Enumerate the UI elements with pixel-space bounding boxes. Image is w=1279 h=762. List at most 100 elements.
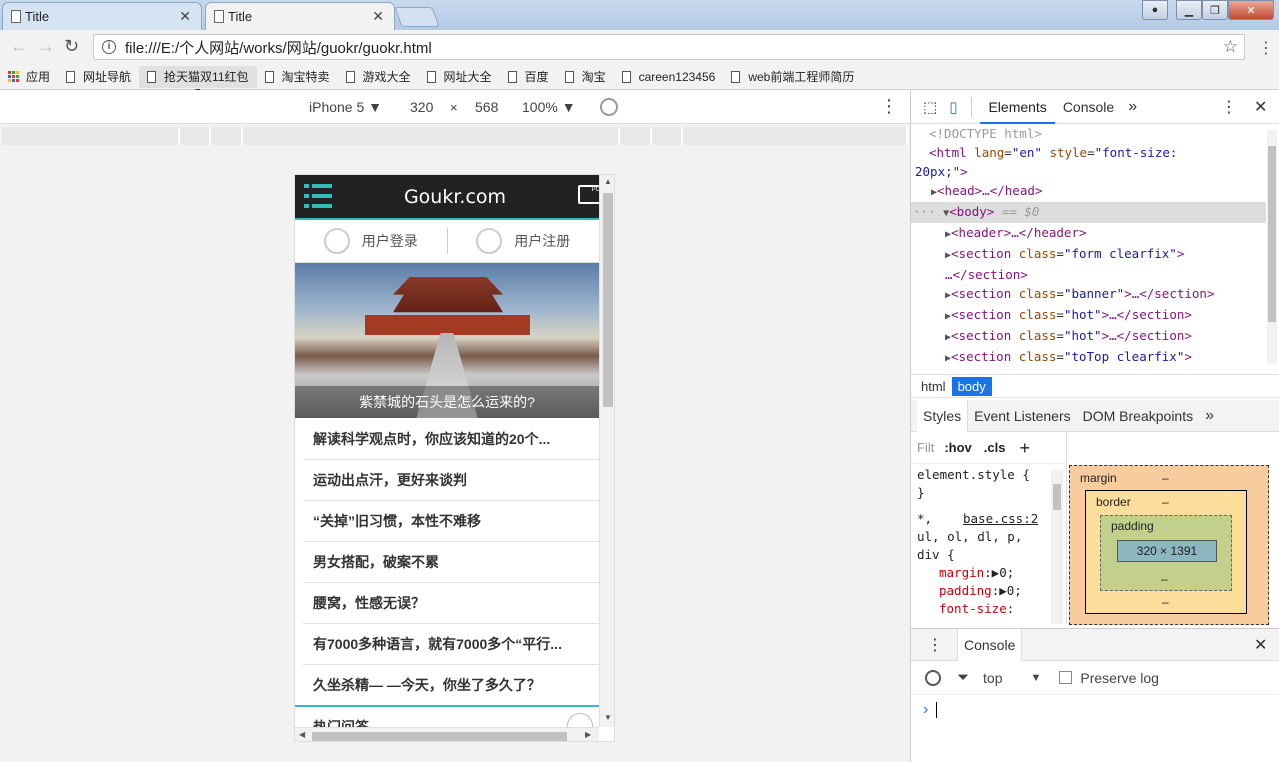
close-window-button[interactable]: ✕ — [1228, 0, 1274, 20]
stylesheet-link[interactable]: base.css:2 — [963, 510, 1038, 528]
bookmark-item[interactable]: 淘宝 — [557, 66, 614, 88]
hov-toggle[interactable]: :hov — [944, 439, 971, 457]
styles-filter-input[interactable]: Filt — [917, 439, 934, 457]
chevron-down-icon[interactable]: ▼ — [1030, 672, 1041, 684]
new-tab-button[interactable] — [394, 7, 440, 27]
bookmark-item[interactable]: 网址大全 — [419, 66, 500, 88]
scroll-left-icon[interactable]: ◀ — [299, 730, 305, 739]
zoom-select[interactable]: 100% ▼ — [522, 99, 576, 115]
scrollbar-thumb[interactable] — [603, 193, 613, 407]
list-item[interactable]: “关掉”旧习惯，本性不难移 — [303, 501, 599, 542]
dom-node-head[interactable]: ▶<head>…</head> — [911, 181, 1266, 202]
clear-console-icon[interactable] — [925, 669, 941, 686]
bookmark-item[interactable]: careen123456 — [614, 66, 724, 88]
close-tab-icon[interactable]: ✕ — [372, 8, 384, 25]
dom-tree[interactable]: <!DOCTYPE html> <html lang="en" style="f… — [911, 124, 1266, 370]
dom-node-body[interactable]: ··· ▼<body> == $0 — [911, 202, 1266, 223]
scroll-down-icon[interactable]: ▼ — [604, 713, 612, 722]
preserve-log-checkbox[interactable] — [1059, 671, 1073, 684]
horizontal-scrollbar[interactable]: ◀ ▶ — [295, 727, 599, 741]
bookmark-apps[interactable]: 应用 — [0, 66, 58, 88]
device-select[interactable]: iPhone 5 ▼ — [309, 99, 382, 115]
banner[interactable]: 紫禁城的石头是怎么运来的? — [295, 263, 599, 418]
more-tabs-icon[interactable]: » — [1199, 400, 1220, 432]
scroll-right-icon[interactable]: ▶ — [585, 730, 591, 739]
list-item[interactable]: 运动出点汗，更好来谈判 — [303, 460, 599, 501]
console-input[interactable]: › — [911, 695, 1279, 725]
list-item[interactable]: 腰窝，性感无误？ — [303, 583, 599, 624]
bookmark-item[interactable]: 游戏大全 — [338, 66, 419, 88]
box-model-content[interactable]: 320 × 1391 — [1117, 540, 1217, 562]
dom-scrollbar[interactable] — [1267, 130, 1277, 364]
css-property[interactable]: font-size: — [911, 600, 1066, 618]
device-menu-icon[interactable]: ⋮ — [880, 96, 898, 117]
restore-button[interactable]: ❐ — [1202, 0, 1228, 20]
list-item[interactable]: 男女搭配，破案不累 — [303, 542, 599, 583]
list-item[interactable]: 有7000多种语言，就有7000多个“平行... — [303, 624, 599, 665]
more-tabs-icon[interactable]: » — [1122, 98, 1143, 116]
device-name: iPhone 5 — [309, 98, 365, 115]
add-rule-icon[interactable]: + — [1019, 439, 1030, 457]
devtools-menu-icon[interactable]: ⋮ — [1221, 97, 1237, 117]
dom-node-section[interactable]: ▶<section class="toTop clearfix"> — [911, 347, 1266, 368]
breadcrumb-html[interactable]: html — [915, 377, 952, 396]
dom-node-header[interactable]: ▶<header>…</header> — [911, 223, 1266, 244]
dom-node-section[interactable]: ▶<section class="hot">…</section> — [911, 326, 1266, 347]
inspect-icon[interactable]: ⬚ — [923, 98, 937, 116]
rule-selector: div { — [917, 547, 955, 562]
filter-icon[interactable]: ⏷ — [957, 669, 969, 686]
browser-tab-2[interactable]: Title ✕ — [205, 2, 395, 30]
info-icon[interactable]: i — [102, 40, 116, 54]
cls-toggle[interactable]: .cls — [984, 439, 1006, 457]
forward-icon[interactable]: → — [37, 36, 55, 57]
styles-scrollbar[interactable] — [1051, 470, 1063, 624]
tab-dom-breakpoints[interactable]: DOM Breakpoints — [1077, 400, 1199, 432]
css-property[interactable]: margin:▶0; — [911, 564, 1066, 582]
browser-menu-icon[interactable]: ⋮ — [1258, 38, 1274, 58]
list-item[interactable]: 久坐杀精— —今天，你坐了多久了？ — [303, 665, 599, 706]
device-toggle-icon[interactable]: ▯ — [949, 98, 957, 116]
close-drawer-icon[interactable]: ✕ — [1254, 635, 1267, 655]
tab-styles[interactable]: Styles — [917, 399, 969, 432]
bookmark-item[interactable]: web前端工程师简历 — [723, 66, 862, 88]
drawer-tab-console[interactable]: Console — [957, 628, 1023, 661]
dom-node-section[interactable]: ▶<section class="banner">…</section> — [911, 284, 1266, 305]
bookmark-item[interactable]: 网址导航 — [58, 66, 139, 88]
context-select[interactable]: top — [983, 670, 1002, 686]
browser-tab-1[interactable]: Title ✕ — [2, 2, 202, 30]
bookmark-item[interactable]: 淘宝特卖 — [257, 66, 338, 88]
dom-node-section[interactable]: ▶<section class="form clearfix"> — [911, 244, 1266, 265]
address-bar[interactable]: i file:///E:/个人网站/works/网站/guokr/guokr.h… — [93, 34, 1245, 60]
height-input[interactable]: 568 — [475, 99, 498, 115]
bookmark-star-icon[interactable]: ☆ — [1223, 37, 1238, 57]
close-tab-icon[interactable]: ✕ — [179, 8, 191, 25]
bookmark-item[interactable]: 百度 — [500, 66, 557, 88]
rotate-icon[interactable] — [600, 97, 618, 116]
tab-title: Title — [25, 9, 50, 24]
breadcrumb-body[interactable]: body — [951, 376, 992, 396]
minimize-button[interactable]: ▁ — [1176, 0, 1202, 20]
close-devtools-icon[interactable]: ✕ — [1254, 97, 1267, 117]
tab-elements[interactable]: Elements — [980, 90, 1055, 124]
drawer-menu-icon[interactable]: ⋮ — [927, 635, 943, 655]
scrollbar-thumb[interactable] — [312, 732, 567, 741]
page-icon — [264, 70, 274, 83]
dom-node-section[interactable]: ▶<section class="hot">…</section> — [911, 305, 1266, 326]
css-property[interactable]: padding:▶0; — [911, 582, 1066, 600]
dimension-separator: × — [450, 100, 458, 115]
tab-event-listeners[interactable]: Event Listeners — [968, 400, 1077, 432]
reload-icon[interactable]: ↻ — [64, 36, 79, 57]
dom-node-html[interactable]: <html lang="en" style="font-size: — [911, 143, 1266, 162]
media-query-bar[interactable] — [2, 127, 908, 145]
back-icon[interactable]: ← — [10, 36, 28, 57]
list-item[interactable]: 解读科学观点时，你应该知道的20个... — [303, 419, 599, 460]
login-link[interactable]: 用户登录 — [295, 228, 447, 254]
register-link[interactable]: 用户注册 — [448, 228, 600, 254]
user-icon[interactable]: ● — [1142, 0, 1168, 20]
element-style-rule[interactable]: element.style { — [911, 464, 1066, 484]
bookmark-label: 游戏大全 — [362, 70, 411, 84]
width-input[interactable]: 320 — [410, 99, 433, 115]
scroll-up-icon[interactable]: ▲ — [604, 177, 612, 186]
vertical-scrollbar[interactable]: ▲ ▼ — [599, 175, 614, 727]
tab-console[interactable]: Console — [1055, 90, 1122, 124]
